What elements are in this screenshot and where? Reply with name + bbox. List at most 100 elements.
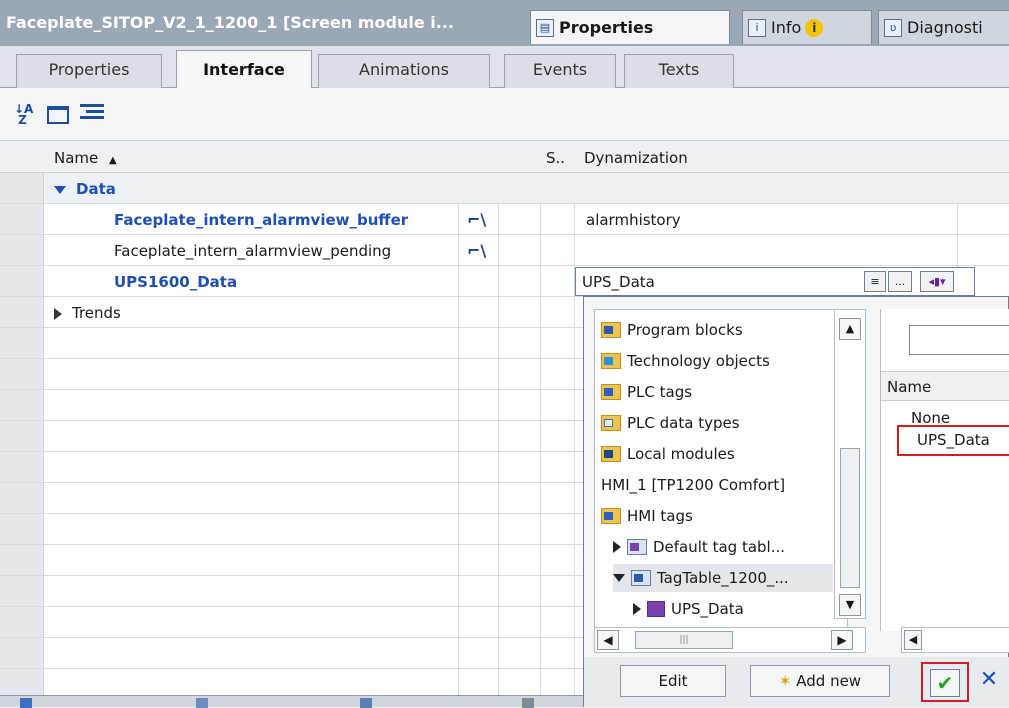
scroll-left-icon[interactable]: ◀ <box>597 630 619 650</box>
table-row[interactable]: Faceplate_intern_alarmview_buffer ⌐\ ala… <box>0 204 1009 235</box>
list-icon[interactable]: ≡ <box>864 271 886 292</box>
search-input[interactable] <box>909 325 1009 355</box>
plc-data-types-icon <box>601 415 621 431</box>
bottom-tabs <box>0 695 583 708</box>
tree-item-label: PLC tags <box>627 383 693 401</box>
dynamization-value: UPS_Data <box>582 273 655 291</box>
scroll-left-icon[interactable]: ◀ <box>904 630 922 650</box>
tree-view-icon[interactable] <box>80 104 104 126</box>
tree-item[interactable]: Local modules <box>601 440 735 468</box>
tree-item[interactable]: PLC tags <box>601 378 692 406</box>
grid-header: Name ▲ S.. Dynamization <box>0 140 1009 173</box>
tree-item[interactable]: Default tag tabl... <box>613 533 785 561</box>
table-row[interactable]: Faceplate_intern_alarmview_pending ⌐\ <box>0 235 1009 266</box>
popup-footer: Edit ✶ Add new ✔ ✕ <box>584 657 1009 707</box>
scroll-right-icon[interactable]: ▶ <box>831 630 853 650</box>
diagnostics-icon: ʋ <box>884 18 902 37</box>
tree-item-label: Local modules <box>627 445 735 463</box>
tree-item-label: HMI tags <box>627 507 693 525</box>
row-dynamization: alarmhistory <box>586 211 681 229</box>
add-new-label: Add new <box>796 672 862 690</box>
tab-info[interactable]: i Info i <box>742 10 872 44</box>
expand-arrow-icon[interactable] <box>633 603 641 615</box>
ok-highlight: ✔ <box>921 662 969 702</box>
tab-properties[interactable]: Properties <box>16 54 162 88</box>
tree-item[interactable]: Technology objects <box>601 347 770 375</box>
confirm-checkmark-icon[interactable]: ✔ <box>930 669 960 697</box>
row-name: Data <box>76 180 116 198</box>
tab-label: Diagnosti <box>907 18 983 37</box>
expand-arrow-icon[interactable] <box>54 185 66 194</box>
tree-item-label: UPS_Data <box>671 600 744 618</box>
dynamization-input[interactable]: UPS_Data ≡ ... ◂▮▾ <box>575 267 975 296</box>
row-name: Trends <box>72 304 121 322</box>
tag-table-icon <box>627 539 647 555</box>
tag-list-pane: Name None UPS_Data ◀ <box>880 309 1009 653</box>
properties-tabs: Properties Interface Animations Events T… <box>0 46 1009 88</box>
collapse-icon[interactable] <box>47 106 69 124</box>
tree-item[interactable]: UPS_Data <box>633 595 744 623</box>
tree-item[interactable]: HMI_1 [TP1200 Comfort] <box>601 471 785 499</box>
table-row[interactable]: Data <box>0 173 1009 204</box>
browse-button[interactable]: ... <box>888 271 912 292</box>
edit-button[interactable]: Edit <box>620 665 726 697</box>
tree-item-label: Technology objects <box>627 352 770 370</box>
column-header-s[interactable]: S.. <box>546 149 565 167</box>
add-new-button[interactable]: ✶ Add new <box>750 665 890 697</box>
row-name: UPS1600_Data <box>114 273 238 291</box>
program-blocks-icon <box>601 322 621 338</box>
tree-vertical-scrollbar[interactable]: ▲ ▼ <box>834 309 866 619</box>
expand-arrow-icon[interactable] <box>613 541 621 553</box>
tab-label: Info <box>771 18 802 37</box>
column-header-dynamization[interactable]: Dynamization <box>584 149 688 167</box>
scroll-thumb[interactable] <box>840 448 860 588</box>
tab-events[interactable]: Events <box>504 54 616 88</box>
tab-animations[interactable]: Animations <box>318 54 490 88</box>
tag-table-icon <box>631 570 651 586</box>
tree-item-label: TagTable_1200_... <box>657 569 789 587</box>
collapse-arrow-icon[interactable] <box>613 574 625 582</box>
project-tree: Program blocks Technology objects PLC ta… <box>594 309 848 629</box>
properties-icon: ▤ <box>536 18 554 37</box>
column-header-name[interactable]: Name <box>881 371 1009 401</box>
scroll-thumb[interactable]: ||| <box>635 631 733 649</box>
tab-texts[interactable]: Texts <box>624 54 734 88</box>
tab-interface[interactable]: Interface <box>176 50 312 88</box>
tab-diagnostics[interactable]: ʋ Diagnosti <box>878 10 1009 44</box>
tree-item-label: Program blocks <box>627 321 743 339</box>
scroll-up-icon[interactable]: ▲ <box>839 318 861 340</box>
collapse-arrow-icon[interactable] <box>54 307 62 320</box>
tree-item[interactable]: Program blocks <box>601 316 743 344</box>
title-bar: Faceplate_SITOP_V2_1_1200_1 [Screen modu… <box>0 0 1009 46</box>
column-header-name[interactable]: Name ▲ <box>54 149 117 167</box>
hmi-tags-icon <box>601 508 621 524</box>
tag-selection-popup: Program blocks Technology objects PLC ta… <box>583 296 1009 707</box>
plc-tags-icon <box>601 384 621 400</box>
add-new-icon: ✶ <box>778 672 792 690</box>
tree-item-selected[interactable]: TagTable_1200_... <box>613 564 833 592</box>
tree-horizontal-scrollbar[interactable]: ◀ ||| ▶ <box>594 627 866 653</box>
technology-objects-icon <box>601 353 621 369</box>
local-modules-icon <box>601 446 621 462</box>
cancel-x-icon[interactable]: ✕ <box>976 667 1002 695</box>
tab-properties-main[interactable]: ▤ Properties <box>530 10 730 44</box>
row-name: Faceplate_intern_alarmview_pending <box>114 242 392 260</box>
tree-item-label: PLC data types <box>627 414 740 432</box>
tree-item-label: Default tag tabl... <box>653 538 786 556</box>
tree-item[interactable]: PLC data types <box>601 409 740 437</box>
udt-icon <box>647 601 665 617</box>
info-badge-icon: i <box>805 18 824 37</box>
window-title: Faceplate_SITOP_V2_1_1200_1 [Screen modu… <box>6 13 454 32</box>
column-header-label: Name <box>54 149 99 167</box>
tag-type-dropdown-icon[interactable]: ◂▮▾ <box>920 271 954 292</box>
array-type-icon: ⌐\ <box>467 241 487 260</box>
tree-item-label: HMI_1 [TP1200 Comfort] <box>601 476 786 494</box>
array-type-icon: ⌐\ <box>467 210 487 229</box>
list-horizontal-scrollbar[interactable]: ◀ <box>901 627 1009 653</box>
info-icon: i <box>748 18 766 37</box>
tree-item[interactable]: HMI tags <box>601 502 693 530</box>
sort-az-icon[interactable]: ↓A Z <box>14 103 38 126</box>
row-name: Faceplate_intern_alarmview_buffer <box>114 211 409 229</box>
list-item-ups-data[interactable]: UPS_Data <box>897 425 1009 456</box>
scroll-down-icon[interactable]: ▼ <box>839 594 861 616</box>
